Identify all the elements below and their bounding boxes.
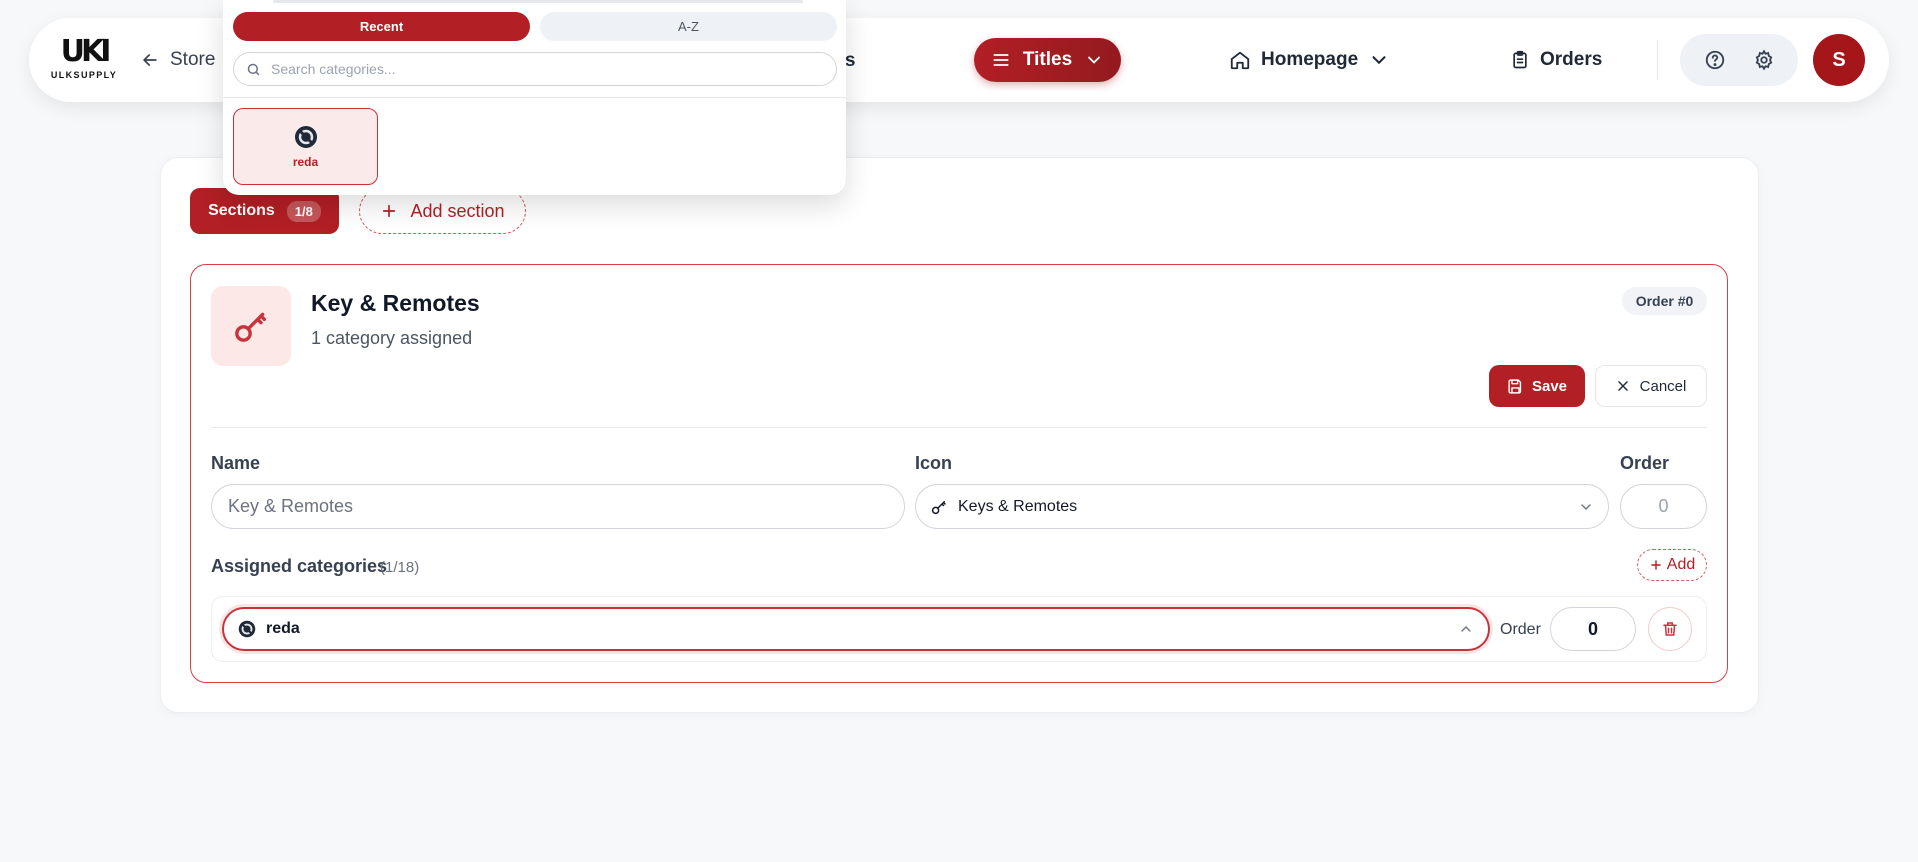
home-icon [1230, 51, 1250, 70]
section-title: Key & Remotes [311, 290, 480, 316]
save-icon [1508, 378, 1522, 394]
icon-select-value: Keys & Remotes [958, 497, 1078, 515]
clipboard-icon [1513, 50, 1527, 69]
icon-label: Icon [915, 453, 953, 473]
back-label: Store [170, 49, 216, 70]
delete-category-button[interactable] [1648, 607, 1692, 651]
category-option-label: reda [292, 154, 319, 169]
cancel-button[interactable]: Cancel [1595, 365, 1707, 407]
add-label: Add [1666, 556, 1696, 573]
tab-recent[interactable]: Recent [233, 12, 530, 41]
row-order-label: Order [1500, 621, 1541, 638]
brand-logo[interactable]: UKI ULKSUPPLY [50, 34, 118, 82]
add-section-label: Add section [410, 200, 505, 221]
homepage-menu-button[interactable]: Homepage [1229, 46, 1390, 74]
user-avatar[interactable]: S [1813, 34, 1865, 86]
order-badge: Order #0 [1622, 287, 1707, 315]
category-logo-icon [238, 620, 256, 638]
close-icon [1617, 381, 1628, 391]
add-category-button[interactable]: Add [1637, 549, 1707, 581]
search-icon [247, 63, 260, 75]
category-logo-icon [294, 125, 317, 148]
icon-select[interactable]: Keys & Remotes [915, 484, 1609, 529]
logo-wordmark: ULKSUPPLY [50, 70, 118, 80]
sections-count-badge: 1/8 [286, 200, 321, 222]
key-icon [931, 500, 946, 514]
category-picker-dropdown: Recent A-Z Search categories... reda [223, 0, 846, 195]
name-label: Name [211, 453, 261, 473]
section-divider [211, 427, 1707, 428]
assigned-categories-label: Assigned categories [211, 556, 388, 576]
trash-icon [1663, 622, 1677, 636]
order-field[interactable]: 0 [1620, 484, 1707, 529]
arrow-left-icon [142, 54, 157, 66]
orders-label: Orders [1540, 49, 1603, 70]
chevron-up-icon [1461, 626, 1471, 632]
plus-icon [383, 204, 396, 218]
titles-label: Titles [1022, 49, 1073, 70]
nav-icon-group [1680, 34, 1798, 86]
assigned-categories-count: (1/18) [380, 559, 420, 576]
search-placeholder: Search categories... [271, 61, 396, 77]
nav-divider [1657, 40, 1658, 80]
menu-icon [993, 54, 1009, 66]
dropdown-divider [223, 97, 846, 98]
save-button[interactable]: Save [1489, 365, 1585, 407]
settings-button[interactable] [1752, 48, 1776, 72]
save-label: Save [1531, 377, 1568, 395]
help-button[interactable] [1703, 48, 1727, 72]
orders-link[interactable]: Orders [1510, 46, 1602, 74]
section-icon-tile [211, 286, 291, 366]
logo-mark: UKI [60, 34, 112, 69]
chevron-down-icon [1088, 56, 1101, 64]
tab-a-z[interactable]: A-Z [540, 12, 837, 41]
category-select-value: reda [266, 620, 300, 637]
dropdown-top-line [273, 0, 803, 3]
key-icon [235, 312, 266, 342]
back-to-store-link[interactable]: Store [140, 46, 215, 74]
homepage-label: Homepage [1261, 49, 1359, 70]
chevron-down-icon [1581, 503, 1591, 510]
row-order-field[interactable]: 0 [1550, 607, 1636, 651]
cancel-label: Cancel [1639, 377, 1687, 395]
section-subtitle: 1 category assigned [311, 328, 473, 348]
titles-menu-button[interactable]: Titles [974, 38, 1121, 82]
chevron-down-icon [1372, 56, 1386, 65]
category-search-input[interactable]: Search categories... [233, 52, 837, 86]
category-select[interactable]: reda [222, 607, 1490, 651]
order-label: Order [1620, 453, 1670, 473]
help-icon [1705, 50, 1724, 70]
plus-icon [1650, 560, 1661, 570]
gear-icon [1755, 49, 1772, 71]
name-field[interactable]: Key & Remotes [211, 484, 905, 529]
sections-label: Sections [208, 202, 275, 219]
category-option-reda[interactable]: reda [233, 108, 378, 185]
